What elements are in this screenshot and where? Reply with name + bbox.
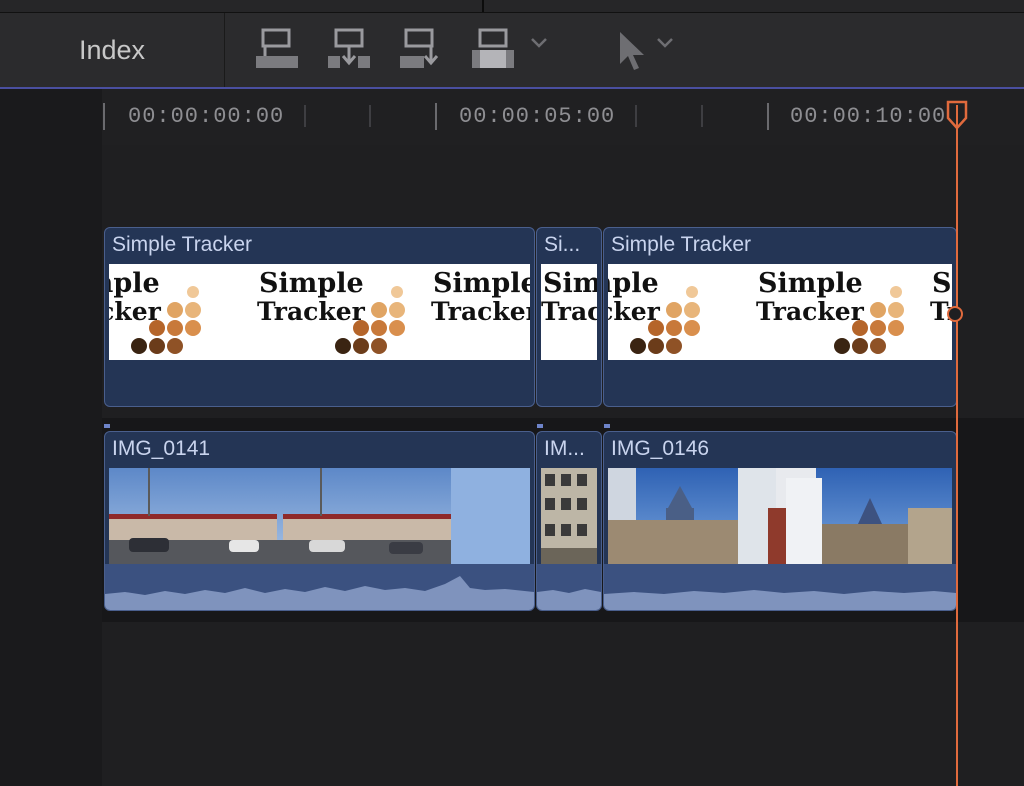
playhead-line[interactable] <box>956 105 958 786</box>
ruler-major-tick <box>103 103 105 130</box>
ruler-minor-tick <box>369 105 371 127</box>
index-button[interactable]: Index <box>0 13 225 87</box>
ruler-major-tick <box>767 103 769 130</box>
clip-label: Simple Tracker <box>611 233 752 256</box>
connection-marker <box>537 424 543 428</box>
simple-tracker-logo: SimpleTracker <box>752 264 922 360</box>
select-tool-icon[interactable] <box>612 26 660 74</box>
ruler-minor-tick <box>635 105 637 127</box>
append-clip-icon[interactable] <box>398 26 446 74</box>
insert-clip-icon[interactable] <box>326 26 374 74</box>
timecode-label: 00:00:00:00 <box>128 104 285 129</box>
chevron-down-icon[interactable] <box>530 36 548 55</box>
clip-label: Simple Tracker <box>112 233 253 256</box>
timecode-label: 00:00:10:00 <box>790 104 947 129</box>
title-clip[interactable]: Si... SimpleTracker <box>536 227 602 407</box>
audio-waveform[interactable] <box>537 564 601 610</box>
video-clip[interactable]: IM... <box>536 431 602 611</box>
simple-tracker-logo: SimpleTracker <box>608 264 718 360</box>
simple-tracker-logo: SimpleTracker <box>109 264 219 360</box>
title-clip[interactable]: Simple Tracker SimpleTracker SimpleTrack… <box>603 227 957 407</box>
clip-label: IM... <box>544 437 585 460</box>
timeline-side-gutter <box>0 89 102 786</box>
simple-tracker-logo: SimpleTracker <box>253 264 423 360</box>
clip-label: IMG_0141 <box>112 437 211 460</box>
overwrite-clip-icon[interactable] <box>470 26 518 74</box>
pane-divider[interactable] <box>482 0 484 12</box>
title-thumbnail: SimpleTracker <box>541 264 597 360</box>
connect-clip-icon[interactable] <box>254 26 302 74</box>
title-clip[interactable]: Simple Tracker SimpleTracker SimpleTrack… <box>104 227 535 407</box>
title-thumbnail: SimpleTracker SimpleTracker SimpleTracke… <box>109 264 530 360</box>
video-clip[interactable]: IMG_0146 <box>603 431 957 611</box>
video-thumbnail <box>109 468 530 564</box>
video-clip[interactable]: IMG_0141 <box>104 431 535 611</box>
ruler-minor-tick <box>304 105 306 127</box>
chevron-down-icon[interactable] <box>656 36 674 55</box>
simple-tracker-logo: SimpleTracker <box>541 268 597 326</box>
ruler-major-tick <box>435 103 437 130</box>
title-thumbnail: SimpleTracker SimpleTracker SimpleTracke… <box>608 264 952 360</box>
top-strip <box>0 0 1024 13</box>
video-thumbnail <box>541 468 597 564</box>
connection-marker <box>104 424 110 428</box>
connection-marker <box>604 424 610 428</box>
clip-label: Si... <box>544 233 581 256</box>
video-thumbnail <box>608 468 952 564</box>
ruler-minor-tick <box>701 105 703 127</box>
skimmer-point-icon[interactable] <box>947 306 963 322</box>
audio-waveform[interactable] <box>105 564 534 610</box>
simple-tracker-logo: SimpleTracker <box>431 268 530 326</box>
timecode-label: 00:00:05:00 <box>459 104 616 129</box>
audio-waveform[interactable] <box>604 564 956 610</box>
playhead-handle-icon[interactable] <box>946 100 968 135</box>
clip-label: IMG_0146 <box>611 437 710 460</box>
